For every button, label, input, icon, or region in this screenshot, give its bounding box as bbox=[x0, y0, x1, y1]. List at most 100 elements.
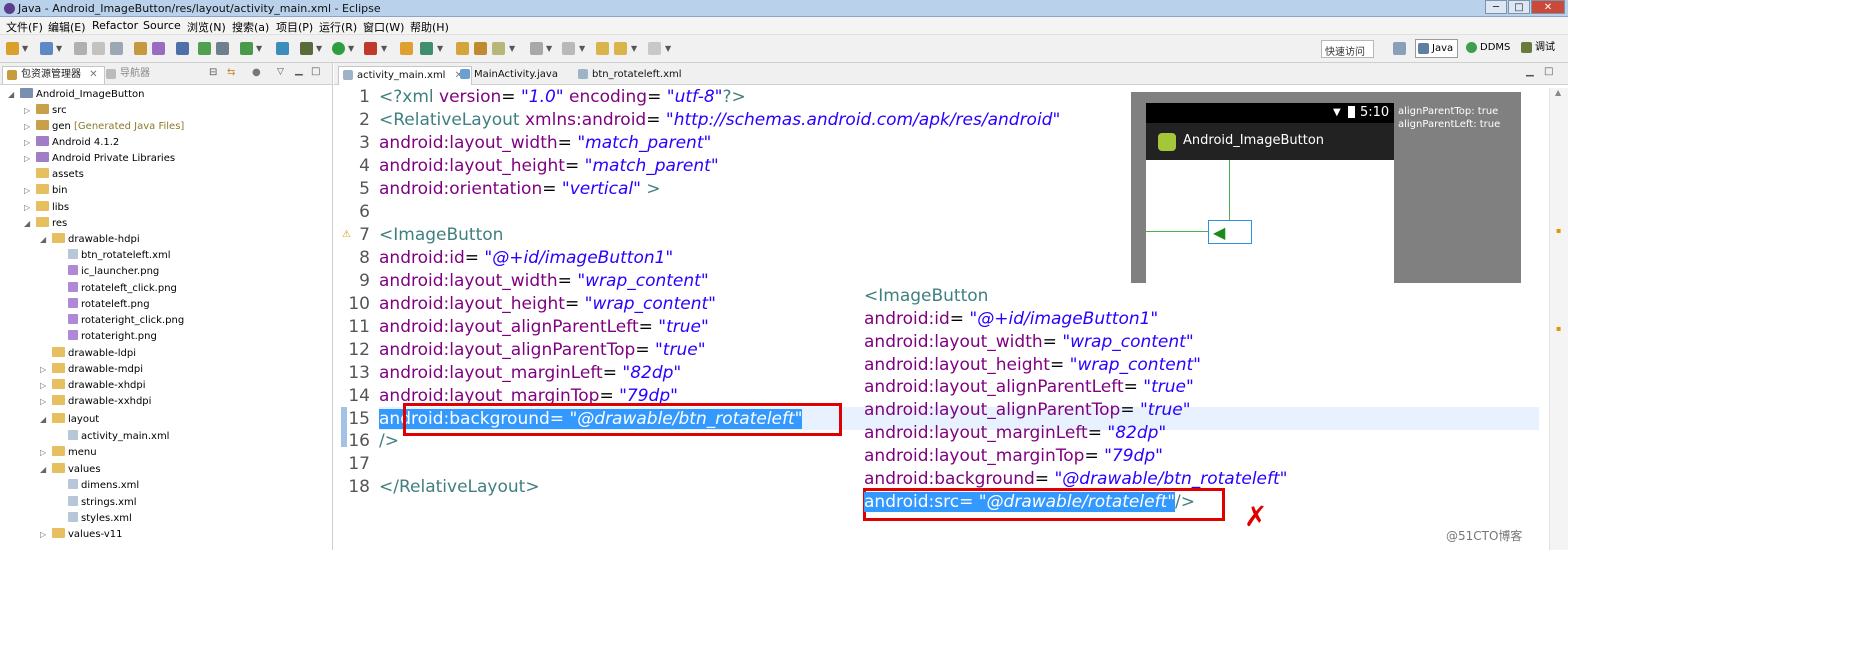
minimize-editor-icon[interactable]: ▁ bbox=[1526, 66, 1534, 77]
editor-scrollbar[interactable]: ▲ ▪ ▪ bbox=[1549, 88, 1568, 550]
build-icon[interactable] bbox=[134, 42, 147, 55]
tree-rotateright[interactable]: rotateright.png bbox=[56, 329, 157, 345]
open-folder-icon[interactable] bbox=[456, 42, 469, 55]
last-edit-icon[interactable] bbox=[596, 42, 609, 55]
lint-dropdown-icon[interactable]: ▼ bbox=[256, 44, 262, 53]
tree-res[interactable]: ◢ res bbox=[24, 216, 67, 232]
tree-assets[interactable]: assets bbox=[24, 167, 84, 183]
class-dropdown-icon[interactable]: ▼ bbox=[437, 44, 443, 53]
menu-search[interactable]: 搜索(a) bbox=[232, 19, 269, 35]
tree-menu[interactable]: ▷ menu bbox=[40, 445, 97, 461]
menu-navigate[interactable]: 浏览(N) bbox=[187, 19, 226, 35]
new-class-icon[interactable] bbox=[276, 42, 289, 55]
lint-check-icon[interactable] bbox=[240, 42, 253, 55]
tree-project[interactable]: ◢ Android_ImageButton bbox=[8, 87, 144, 103]
tree-drawable-hdpi[interactable]: ◢ drawable-hdpi bbox=[40, 232, 140, 248]
tab-navigator[interactable]: 导航器 bbox=[102, 66, 150, 84]
tree-private-libraries[interactable]: ▷ Android Private Libraries bbox=[24, 151, 175, 167]
run-icon[interactable] bbox=[332, 42, 345, 55]
tree-layout[interactable]: ◢ layout bbox=[40, 412, 99, 428]
code-line[interactable]: android:layout_alignParentTop= "true" bbox=[379, 340, 706, 360]
view-menu-icon[interactable]: ▽ bbox=[277, 67, 284, 77]
open-perspective-icon[interactable] bbox=[1393, 42, 1406, 55]
tree-drawable-xhdpi[interactable]: ▷ drawable-xhdpi bbox=[40, 378, 146, 394]
perspective-ddms[interactable]: DDMS bbox=[1464, 39, 1510, 58]
menu-run[interactable]: 运行(R) bbox=[319, 19, 357, 35]
next-annotation-icon[interactable] bbox=[530, 42, 543, 55]
debug-dropdown-icon[interactable]: ▼ bbox=[316, 44, 322, 53]
link-editor-icon[interactable]: ⇆ bbox=[227, 67, 235, 78]
tree-drawable-xxhdpi[interactable]: ▷ drawable-xxhdpi bbox=[40, 394, 151, 410]
code-line[interactable]: android:layout_width= "wrap_content" bbox=[379, 271, 709, 291]
code-line[interactable]: <?xml version= "1.0" encoding= "utf-8"?> bbox=[379, 87, 746, 107]
tab-package-explorer[interactable]: 包资源管理器 ✕ bbox=[2, 66, 105, 84]
avd-manager-icon[interactable] bbox=[216, 42, 229, 55]
code-line[interactable]: /> bbox=[379, 431, 399, 451]
prev-annotation-icon[interactable] bbox=[562, 42, 575, 55]
tab-btn-rotateleft-xml[interactable]: btn_rotateleft.xml bbox=[574, 66, 682, 85]
save-icon[interactable] bbox=[74, 42, 87, 55]
tree-rotateleft[interactable]: rotateleft.png bbox=[56, 297, 150, 313]
minimize-button[interactable]: ─ bbox=[1485, 0, 1507, 14]
collapse-all-icon[interactable]: ⊟ bbox=[209, 67, 217, 78]
menu-source[interactable]: Source bbox=[143, 19, 181, 32]
menu-help[interactable]: 帮助(H) bbox=[410, 19, 449, 35]
close-tab-icon[interactable]: ✕ bbox=[89, 69, 97, 80]
tree-ic-launcher[interactable]: ic_launcher.png bbox=[56, 264, 159, 280]
code-line[interactable]: <RelativeLayout xmlns:android= "http://s… bbox=[379, 110, 1060, 130]
print-icon[interactable] bbox=[110, 42, 123, 55]
tree-drawable-ldpi[interactable]: drawable-ldpi bbox=[40, 346, 136, 362]
pen-icon[interactable] bbox=[492, 42, 505, 55]
new-icon[interactable] bbox=[6, 42, 19, 55]
minimize-view-icon[interactable]: ▁ bbox=[295, 65, 303, 76]
code-line[interactable]: android:layout_height= "wrap_content" bbox=[379, 294, 716, 314]
focus-icon[interactable]: ● bbox=[252, 67, 261, 78]
new-java-class-icon[interactable] bbox=[420, 42, 433, 55]
tree-libs[interactable]: ▷ libs bbox=[24, 200, 69, 216]
maximize-button[interactable]: □ bbox=[1508, 0, 1530, 14]
external-tools-icon[interactable] bbox=[364, 42, 377, 55]
open-task-icon[interactable] bbox=[474, 42, 487, 55]
tree-btn-rotateleft-xml[interactable]: btn_rotateleft.xml bbox=[56, 248, 171, 264]
code-line[interactable]: </RelativeLayout> bbox=[379, 477, 540, 497]
menu-file[interactable]: 文件(F) bbox=[6, 19, 43, 35]
tree-android-412[interactable]: ▷ Android 4.1.2 bbox=[24, 135, 119, 151]
maximize-view-icon[interactable]: □ bbox=[311, 66, 320, 77]
back-icon[interactable] bbox=[614, 42, 627, 55]
forward-dropdown-icon[interactable]: ▼ bbox=[665, 44, 671, 53]
sdk-manager-icon[interactable] bbox=[198, 42, 211, 55]
close-button[interactable]: ✕ bbox=[1531, 0, 1565, 14]
tab-activity-main-xml[interactable]: activity_main.xml ✕ bbox=[338, 66, 473, 85]
maximize-editor-icon[interactable]: □ bbox=[1544, 66, 1553, 77]
tree-rotateleft-click[interactable]: rotateleft_click.png bbox=[56, 281, 177, 297]
tree-bin[interactable]: ▷ bin bbox=[24, 183, 67, 199]
save-all-icon[interactable] bbox=[92, 42, 105, 55]
code-line[interactable]: android:orientation= "vertical" > bbox=[379, 179, 661, 199]
tree-values[interactable]: ◢ values bbox=[40, 462, 101, 478]
menu-refactor[interactable]: Refactor bbox=[92, 19, 138, 32]
tree-gen[interactable]: ▷ gen [Generated Java Files] bbox=[24, 119, 184, 135]
new-dropdown-icon[interactable]: ▼ bbox=[22, 44, 28, 53]
code-line[interactable]: <ImageButton bbox=[379, 225, 503, 245]
debug-icon[interactable] bbox=[300, 42, 313, 55]
back-dropdown-icon[interactable]: ▼ bbox=[631, 44, 637, 53]
external-tools-dropdown-icon[interactable]: ▼ bbox=[381, 44, 387, 53]
open-type-icon[interactable] bbox=[152, 42, 165, 55]
quick-access-input[interactable]: 快速访问 bbox=[1321, 40, 1374, 58]
tree-src[interactable]: ▷ src bbox=[24, 103, 67, 119]
code-line[interactable]: android:layout_alignParentLeft= "true" bbox=[379, 317, 709, 337]
prev-annotation-dropdown-icon[interactable]: ▼ bbox=[579, 44, 585, 53]
search-tool-icon[interactable] bbox=[176, 42, 189, 55]
forward-icon[interactable] bbox=[648, 42, 661, 55]
run-dropdown-icon[interactable]: ▼ bbox=[348, 44, 354, 53]
code-line[interactable]: android:id= "@+id/imageButton1" bbox=[379, 248, 673, 268]
pen-dropdown-icon[interactable]: ▼ bbox=[509, 44, 515, 53]
tree-values-v11[interactable]: ▷ values-v11 bbox=[40, 527, 123, 543]
tree-styles-xml[interactable]: styles.xml bbox=[56, 511, 132, 527]
code-line[interactable]: android:layout_marginLeft= "82dp" bbox=[379, 363, 681, 383]
new-android-project-icon[interactable] bbox=[40, 42, 53, 55]
perspective-debug[interactable]: 调试 bbox=[1519, 39, 1555, 58]
menu-window[interactable]: 窗口(W) bbox=[363, 19, 404, 35]
menu-edit[interactable]: 编辑(E) bbox=[48, 19, 86, 35]
code-line[interactable]: android:layout_width= "match_parent" bbox=[379, 133, 711, 153]
